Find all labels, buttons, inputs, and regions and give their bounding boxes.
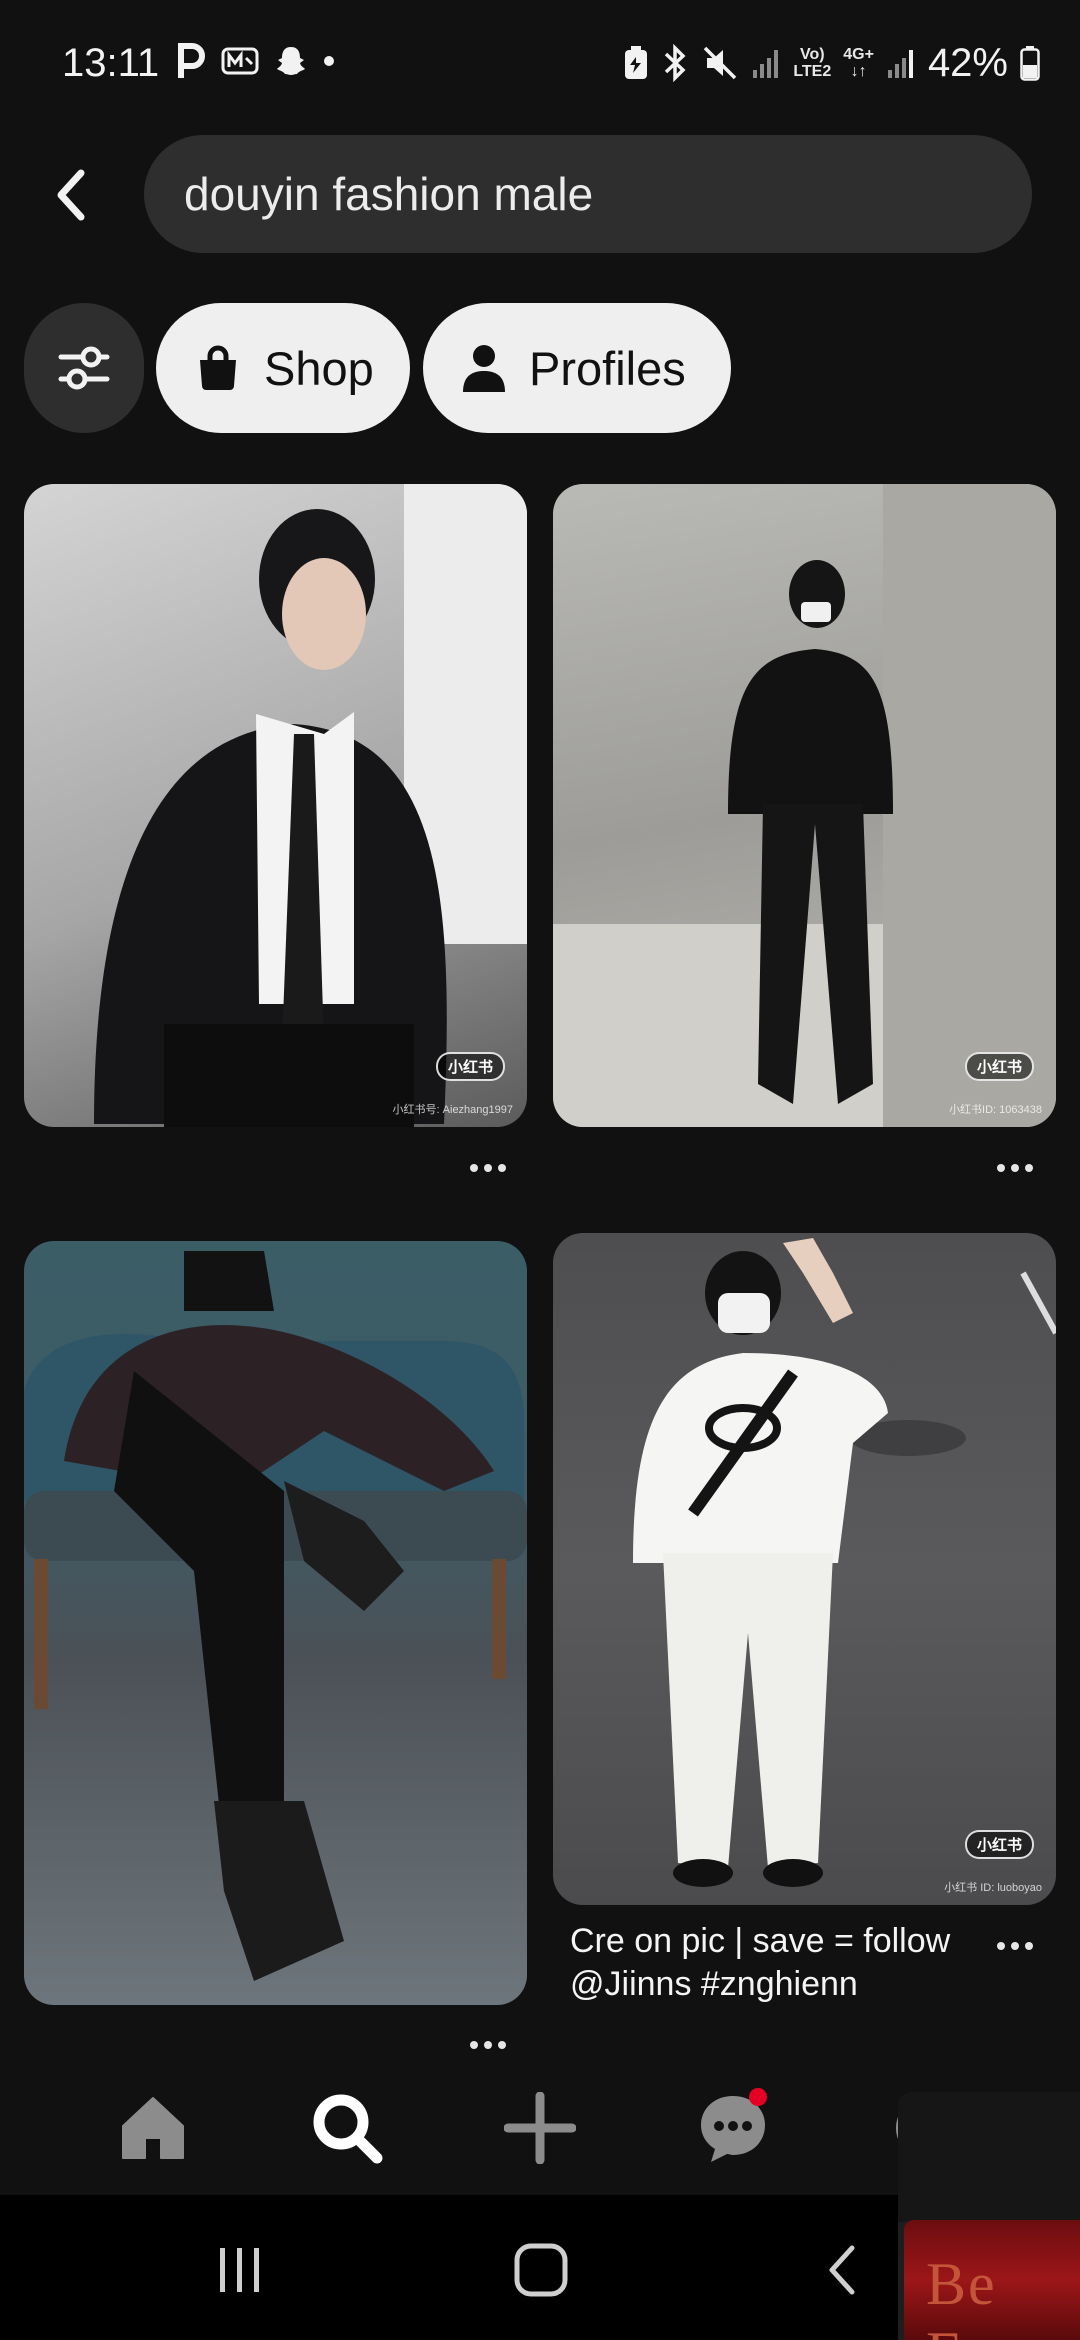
status-right-icons: Vo) LTE2 4G+ ↓↑ 42% (623, 38, 1040, 88)
dot-icon (324, 56, 334, 66)
more-dot (997, 1942, 1005, 1950)
more-dot (997, 1164, 1005, 1172)
nav-search[interactable] (307, 2088, 387, 2168)
pip-video-frame: Be Ex (904, 2220, 1080, 2340)
pin-badge: 小红书 (964, 1830, 1034, 1859)
more-dot (1025, 1942, 1033, 1950)
snapchat-icon (277, 47, 305, 75)
pin-watermark: 小红书 ID: luoboyao (944, 1882, 1042, 1894)
home-square-icon (514, 2243, 568, 2297)
pin-more-button[interactable] (985, 1148, 1045, 1188)
status-left-icons (176, 42, 336, 80)
more-dot (498, 2041, 506, 2049)
search-input[interactable]: douyin fashion male (144, 135, 1032, 253)
nav-messages[interactable] (693, 2088, 773, 2168)
filter-sliders-icon (58, 346, 110, 390)
more-dot (484, 2041, 492, 2049)
profiles-filter-chip[interactable]: Profiles (423, 303, 731, 433)
pip-video-text: Be Ex (926, 2251, 997, 2340)
back-button[interactable] (36, 160, 106, 230)
more-dot (470, 1164, 478, 1172)
pin-image-2[interactable]: 小红书 小红书ID: 1063438 (553, 484, 1056, 1127)
status-time: 13:11 (62, 41, 160, 85)
battery-saver-icon (625, 46, 648, 79)
notification-dot (749, 2088, 767, 2106)
pip-dark-area (898, 2092, 1080, 2222)
network-label-volte: Vo) LTE2 (793, 46, 832, 80)
more-dot (1011, 1942, 1019, 1950)
bluetooth-icon (665, 44, 686, 82)
filter-button[interactable] (24, 303, 144, 433)
more-dot (484, 1164, 492, 1172)
shopping-bag-icon (200, 345, 236, 390)
chevron-left-icon (57, 169, 85, 221)
pin-watermark: 小红书ID: 1063438 (949, 1104, 1042, 1116)
shop-filter-chip[interactable]: Shop (156, 303, 410, 433)
recent-apps-icon (220, 2248, 259, 2292)
nav-home[interactable] (113, 2088, 193, 2168)
pin-photo-figure (728, 560, 893, 1104)
pin-image-1[interactable]: 小红书 小红书号: Aiezhang1997 (24, 484, 527, 1127)
battery-icon (1020, 46, 1040, 81)
pin-photo-figure (633, 1238, 1056, 1887)
mnet-icon (221, 47, 259, 75)
pin-image-4[interactable]: 小红书 小红书 ID: luoboyao (553, 1233, 1056, 1905)
pin-image-3[interactable] (24, 1241, 527, 2005)
pin-watermark: 小红书号: Aiezhang1997 (392, 1104, 513, 1116)
shop-chip-label: Shop (264, 341, 374, 395)
more-dot (1025, 1164, 1033, 1172)
pin-badge: 小红书 (435, 1052, 505, 1081)
network-label-4g: 4G+ ↓↑ (843, 46, 874, 80)
more-dot (498, 1164, 506, 1172)
home-system-button[interactable] (501, 2235, 581, 2305)
pin-photo-figure (94, 509, 447, 1127)
pin-more-button[interactable] (458, 1148, 518, 1188)
more-dot (470, 2041, 478, 2049)
pin-photo-figure (24, 1251, 527, 1981)
pin-more-button[interactable] (985, 1926, 1045, 1966)
pin-badge: 小红书 (964, 1052, 1034, 1081)
battery-percent: 42% (927, 41, 1008, 85)
mute-icon (704, 46, 737, 80)
profiles-chip-label: Profiles (529, 341, 686, 395)
signal-icon (887, 50, 913, 78)
picture-in-picture-window[interactable]: Be Ex (898, 2092, 1080, 2340)
more-dot (1011, 1164, 1019, 1172)
pin-caption[interactable]: Cre on pic | save = follow @Jiinns #zngh… (570, 1920, 990, 2006)
search-icon (313, 2094, 383, 2164)
recent-apps-button[interactable] (200, 2235, 280, 2305)
status-bar: 13:11 Vo) LTE2 4G+ ↓↑ 42% (0, 0, 1080, 125)
nav-create[interactable] (500, 2088, 580, 2168)
person-icon (463, 345, 505, 392)
back-chevron-icon (829, 2245, 855, 2295)
back-system-button[interactable] (802, 2235, 882, 2305)
search-query-text: douyin fashion male (184, 168, 594, 220)
signal-icon (753, 50, 779, 78)
p-icon (178, 43, 205, 78)
plus-icon (504, 2092, 576, 2164)
home-icon (122, 2097, 184, 2159)
